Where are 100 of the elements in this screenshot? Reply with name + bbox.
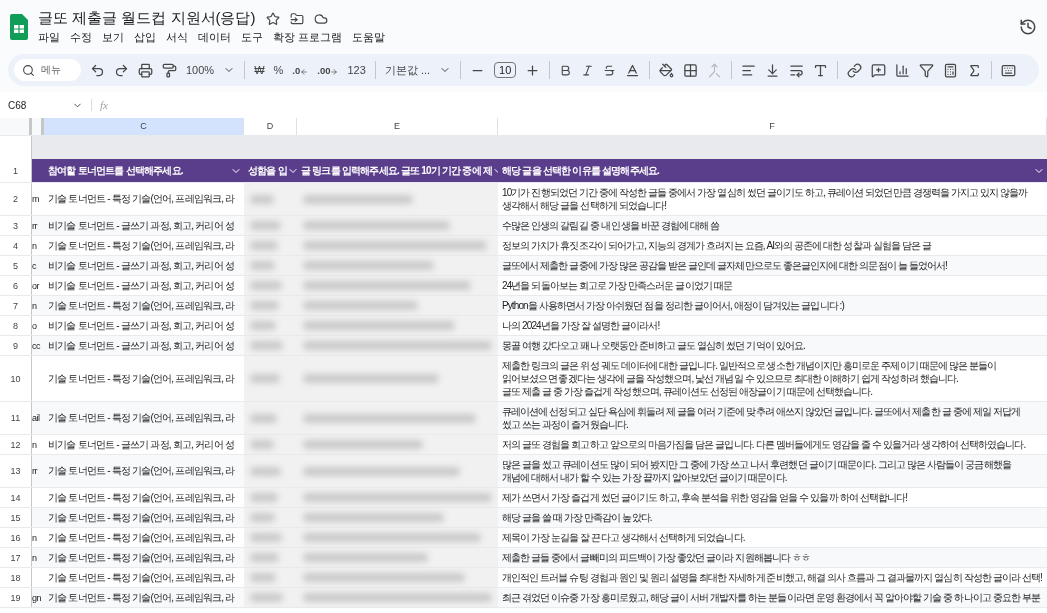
table-cell-text: n [32, 299, 38, 313]
history-icon[interactable] [1019, 18, 1037, 36]
undo-icon[interactable] [90, 62, 105, 78]
chart-icon[interactable] [895, 62, 911, 78]
menu-item[interactable]: 서식 [166, 30, 188, 45]
redacted-text [250, 301, 279, 310]
strikethrough-icon[interactable] [603, 63, 617, 77]
table-cell-text: rr [32, 219, 39, 233]
table-cell-text: n [32, 531, 38, 545]
text-rotate-icon[interactable] [813, 62, 829, 78]
menu-item[interactable]: 삽입 [134, 30, 156, 45]
document-title[interactable]: 글또 제출글 월드컵 지원서(응답) [38, 9, 256, 28]
cloud-icon[interactable] [313, 11, 328, 26]
redacted-text [250, 281, 282, 290]
row-number[interactable]: 13 [0, 455, 32, 487]
redacted-text [250, 341, 283, 350]
table-cell-text: 기술 토너먼트 - 특정 기술(언어, 프레임워크, 라 [47, 298, 236, 313]
column-header[interactable]: C [44, 118, 244, 135]
name-box[interactable]: C68 [8, 99, 64, 111]
table-cell-text: 비기술 토너먼트 - 글쓰기 과정, 회고, 커리어 성 [47, 437, 235, 452]
row-number[interactable]: 7 [0, 296, 32, 315]
redacted-text [250, 533, 282, 542]
table-cell-text: 기술 토너먼트 - 특정 기술(언어, 프레임워크, 라 [47, 590, 236, 605]
redacted-text [250, 321, 276, 330]
table-cell-text: n [32, 239, 38, 253]
fx-label: fx [91, 99, 108, 111]
table-cell-text: 기술 토너먼트 - 특정 기술(언어, 프레임워크, 라 [47, 192, 236, 206]
redacted-text [250, 194, 274, 204]
table-cell-text: 비기술 토너먼트 - 글쓰기 과정, 회고, 커리어 성 [47, 318, 235, 333]
table-cell-text: 정보의 가치가 휴짓조각이 되어가고, 지능의 경계가 흐려지는 요즘, AI와의 공존에 대한 성찰과 실험을 담은 글 [501, 239, 933, 253]
keyboard-icon[interactable] [1001, 62, 1017, 78]
search-icon [22, 63, 35, 77]
menu-search-field[interactable]: 메뉴 [14, 59, 81, 81]
table-cell-text: 제출한 링크의 글은 위성 궤도 데이터에 대한 글입니다. 일반적으로 생소한 개념이지만 흥미로운 주제이기 때문에 많은 분들이 읽어보셨으면 좋겠다는 생각에 글을 작성했으며, 낯선 개념일 수 있으므로 최대한 이해하기 쉽게 작성하려 했습니다. 글또 제출 글 중 가장 즐겁게 작성했으며, 큐레이션도 선정된 애장글이기 때문에 선택했습니다. [501, 359, 998, 399]
bold-icon[interactable] [559, 63, 573, 77]
table-cell-text: 기술 토너먼트 - 특정 기술(언어, 프레임워크, 라 [47, 238, 236, 253]
font-size-field[interactable]: 10 [494, 62, 517, 78]
table-cell-text: 개인적인 트러블 슈팅 경험과 원인 및 원리 설명을 최대한 자세하게 준비했고, 해결 의사 흐름과 그 결과물까지 열심히 작성한 글이라 선택! [501, 571, 1043, 585]
increase-decimal-button[interactable]: .00 [317, 64, 331, 76]
italic-icon[interactable] [581, 63, 595, 77]
filter-icon[interactable] [919, 62, 935, 78]
table-cell-text: 기술 토너먼트 - 특정 기술(언어, 프레임워크, 라 [47, 411, 236, 425]
table-cell-text: 해당 글을 쓸 때 가장 만족감이 높았다. [501, 511, 653, 525]
zoom-dropdown[interactable]: 100% [186, 64, 215, 76]
table-cell-text: 비기술 토너먼트 - 글쓰기 과정, 회고, 커리어 성 [47, 258, 235, 273]
print-icon[interactable] [138, 62, 153, 78]
table-cell-text: ail [32, 412, 41, 425]
table-cell-text: 비기술 토너먼트 - 글쓰기 과정, 회고, 커리어 성 [47, 218, 235, 233]
star-icon[interactable] [265, 11, 280, 26]
row-number[interactable]: 9 [0, 336, 32, 355]
menu-item[interactable]: 도구 [241, 30, 263, 45]
paint-format-icon[interactable] [162, 62, 177, 78]
menu-item[interactable]: 수정 [70, 30, 92, 45]
filter-views-icon[interactable] [943, 62, 959, 78]
table-cell-text: 글또에서 제출한 글중에 가장 많은 공감을 받은 글인데 글자체만으로도 좋은글인지에 대한 의문점이 늘 들었어서! [501, 259, 948, 273]
menu-item[interactable]: 확장 프로그램 [273, 30, 343, 45]
redacted-text [250, 493, 278, 502]
menu-item[interactable]: 도움말 [352, 30, 386, 45]
folder-icon[interactable] [289, 11, 304, 26]
table-cell-text: o [32, 319, 38, 333]
row-number[interactable]: 3 [0, 216, 32, 235]
wrap-icon[interactable] [789, 62, 805, 78]
table-cell-text: 기술 토너먼트 - 특정 기술(언어, 프레임워크, 라 [47, 530, 236, 545]
header-label: 글 링크를 입력해주세요. 글또 10기 기간 중에 제 [301, 163, 492, 178]
table-cell-text: 기술 토너먼트 - 특정 기술(언어, 프레임워크, 라 [47, 550, 236, 565]
percent-button[interactable]: % [273, 64, 284, 76]
text-color-icon[interactable] [625, 62, 641, 78]
table-cell-text: 비기술 토너먼트 - 글쓰기 과정, 회고, 커리어 성 [47, 278, 235, 293]
redo-icon[interactable] [114, 62, 129, 78]
table-cell-text: n [32, 551, 38, 565]
table-cell-text: 기술 토너먼트 - 특정 기술(언어, 프레임워크, 라 [47, 371, 236, 386]
row-number[interactable]: 17 [0, 548, 32, 567]
table-cell-text: 기술 토너먼트 - 특정 기술(언어, 프레임워크, 라 [47, 510, 236, 525]
fill-color-icon[interactable] [659, 62, 675, 78]
comment-icon[interactable] [871, 62, 887, 78]
decrease-decimal-button[interactable]: .0 [292, 64, 301, 76]
redacted-text [250, 593, 283, 602]
redacted-text [250, 573, 276, 582]
menu-item[interactable]: 파일 [38, 30, 60, 45]
menu-item[interactable]: 보기 [102, 30, 124, 45]
sheets-logo-icon[interactable] [10, 14, 28, 40]
link-icon[interactable] [847, 62, 863, 78]
borders-icon[interactable] [683, 62, 699, 78]
plus-icon[interactable] [525, 62, 541, 78]
menu-item[interactable]: 데이터 [198, 30, 231, 45]
redacted-text [250, 466, 281, 476]
row-number[interactable]: 11 [0, 402, 32, 434]
table-cell-text: 제출한 글들 중에서 글빼미의 피드백이 가장 좋았던 글이라 지원해봅니다 ㅎㅎ [501, 551, 812, 565]
number-format-button[interactable]: 123 [347, 64, 366, 76]
align-icon[interactable] [741, 62, 757, 78]
header-label: 참여할 토너먼트를 선택해주세요. [48, 163, 183, 178]
table-cell-text: 10기가 진행되었던 기간 중에 작성한 글들 중에서 가장 열심히 썼던 글이기도 하고, 큐레이션 되었던만큼 경쟁력을 가지고 있지 않을까 생각해서 해당 글을 선택하게 되었습니다! [501, 186, 1029, 213]
row-number[interactable]: 5 [0, 256, 32, 275]
currency-button[interactable]: ₩ [254, 64, 265, 76]
row-number[interactable]: 19 [0, 588, 32, 607]
table-cell-text: 수많은 인생의 갈림길 중 내 인생을 바꾼 경험에 대해 씀 [501, 219, 721, 233]
table-cell-text: c [32, 259, 37, 273]
redacted-text [250, 261, 275, 270]
font-dropdown[interactable]: 기본값 ... [384, 62, 431, 78]
row-number[interactable]: 15 [0, 508, 32, 527]
